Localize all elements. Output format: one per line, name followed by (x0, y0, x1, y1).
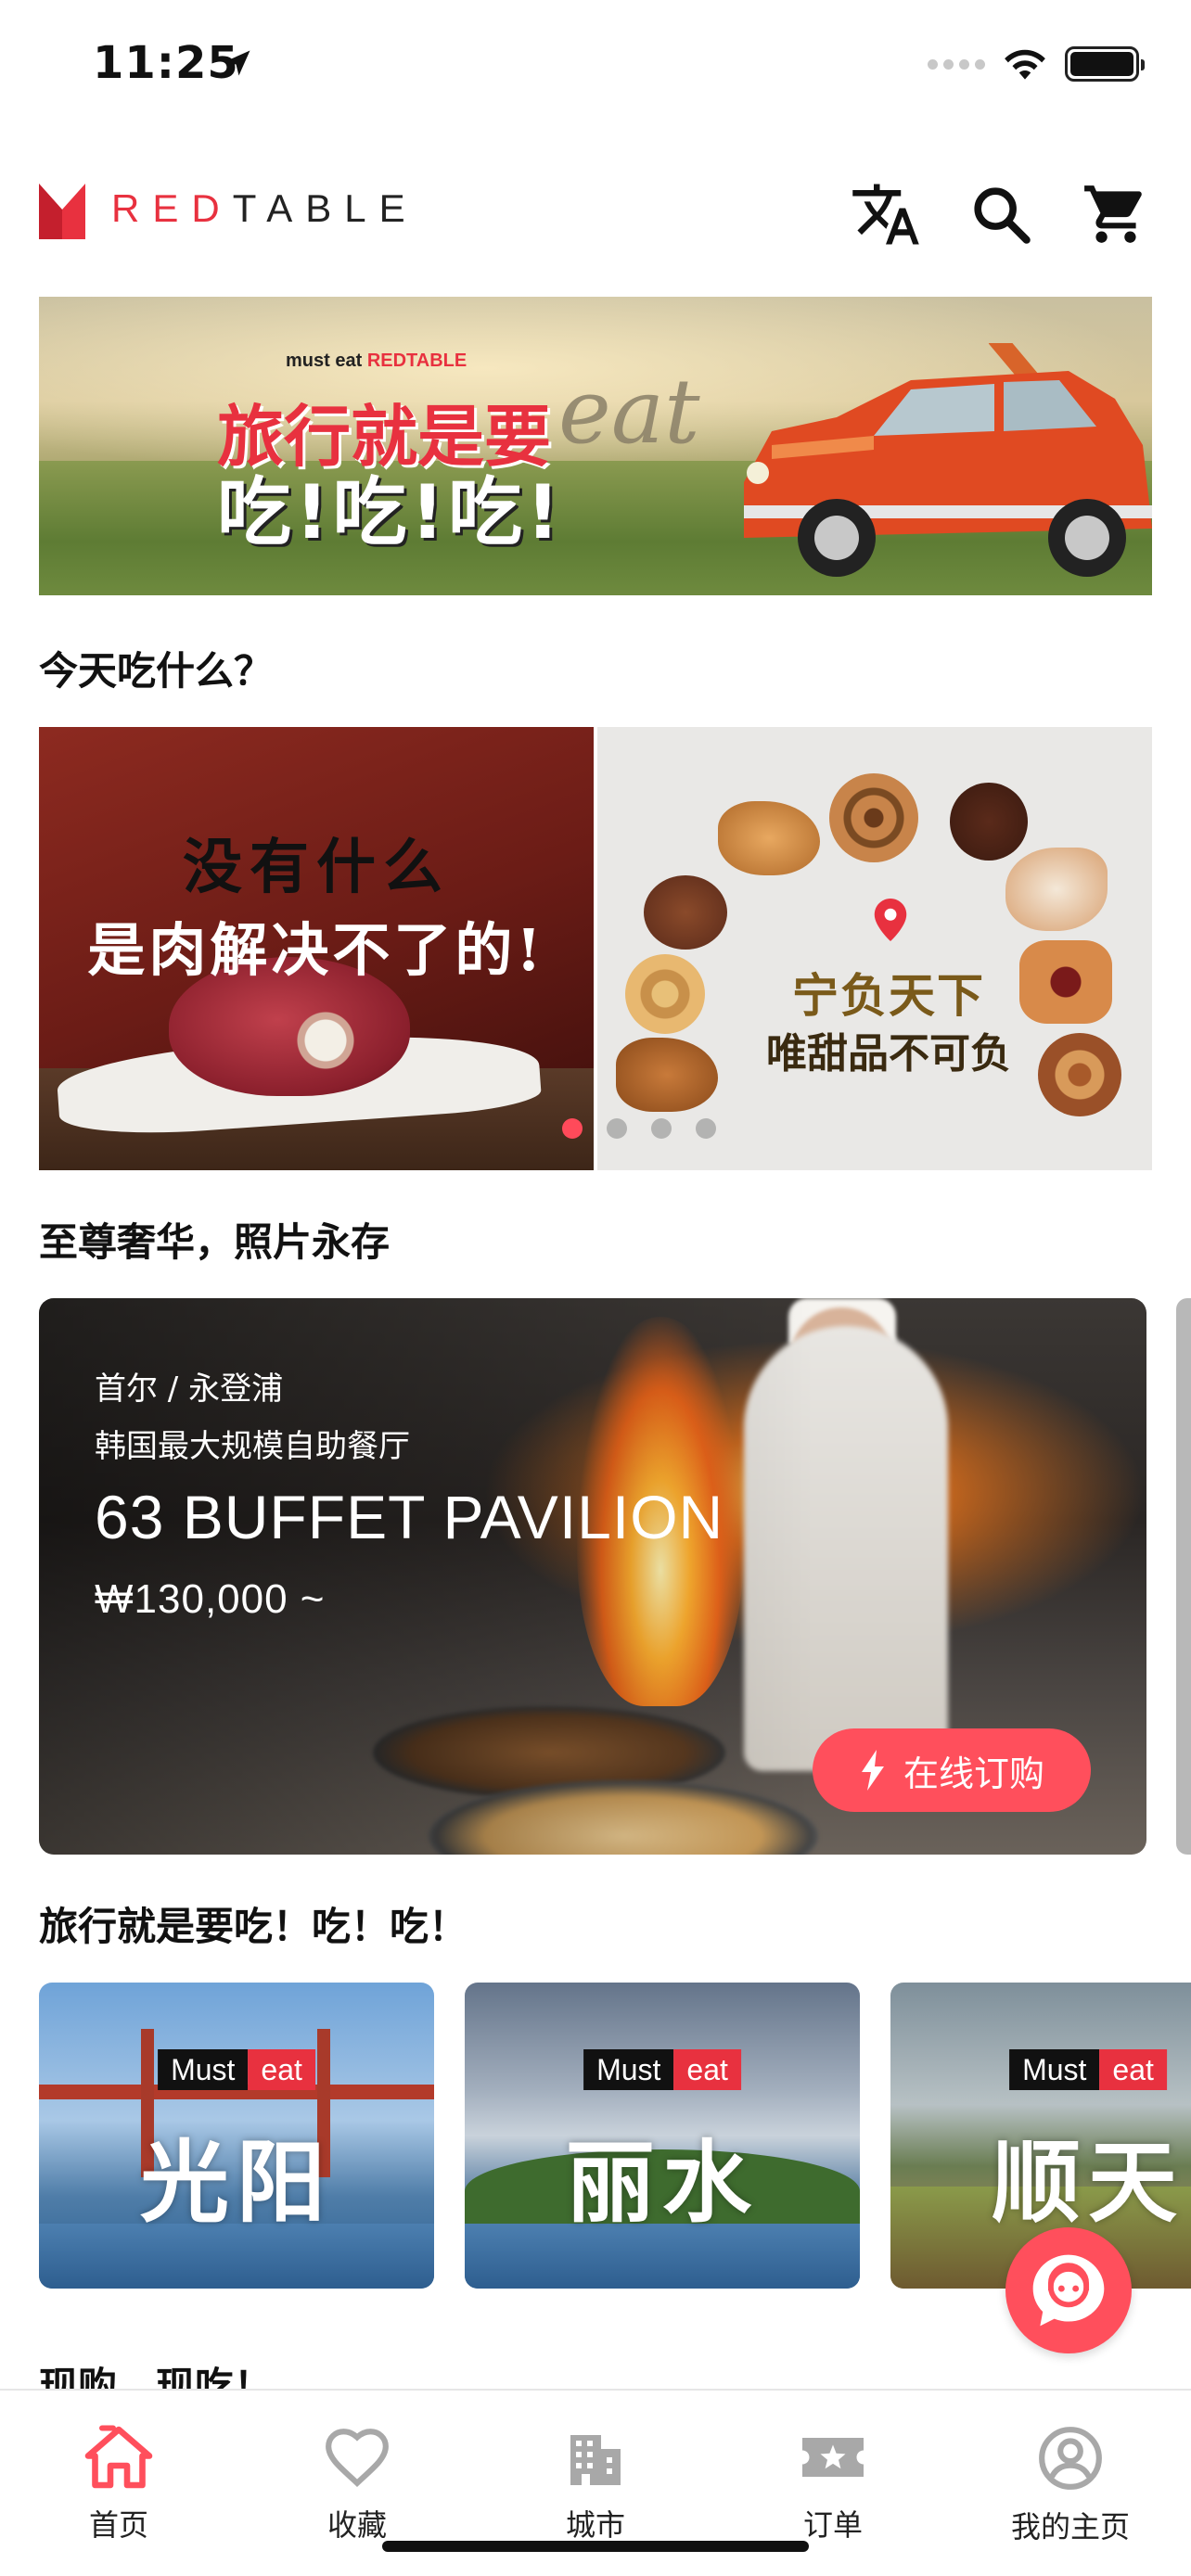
promo-meat-line2: 是肉解决不了的! (87, 916, 545, 984)
tab-city-label: 城市 (565, 2507, 625, 2543)
tab-home[interactable]: 首页 (35, 2424, 202, 2544)
pagination-dot[interactable] (696, 1118, 716, 1139)
status-time: 11:25 (93, 37, 239, 89)
restaurant-name: 63 BUFFET PAVILION (95, 1483, 724, 1551)
search-icon[interactable] (965, 178, 1037, 250)
profile-icon (1039, 2427, 1102, 2490)
promo-sweets-line2: 唯甜品不可负 (766, 1030, 1011, 1078)
badge-eat: eat (1099, 2049, 1167, 2090)
badge-eat: eat (673, 2049, 741, 2090)
pastry-image (950, 783, 1028, 861)
wifi-icon (1005, 49, 1045, 80)
promo-card-sweets[interactable]: 宁负天下 唯甜品不可负 (597, 727, 1152, 1170)
pastry-image (829, 773, 918, 862)
must-eat-badge: Must eat (583, 2049, 741, 2090)
promo-sweets-line1: 宁负天下 (792, 969, 985, 1023)
carousel-pagination (562, 1118, 716, 1139)
restaurant-description: 韩国最大规模自助餐厅 (95, 1428, 410, 1465)
must-eat-badge: Must eat (1009, 2049, 1167, 2090)
tab-profile[interactable]: 我的主页 (987, 2424, 1154, 2546)
city-name: 丽水 (566, 2131, 759, 2235)
tab-orders[interactable]: 订单 (749, 2424, 916, 2544)
pastry-image (644, 875, 727, 950)
pastry-image (1005, 848, 1108, 931)
badge-must: Must (583, 2049, 674, 2090)
ticket-icon (802, 2438, 864, 2477)
translate-icon[interactable] (850, 178, 922, 250)
status-indicators (928, 46, 1145, 82)
pagination-dot[interactable] (607, 1118, 627, 1139)
section-title-travel: 旅行就是要吃！吃！吃！ (39, 1904, 468, 1949)
hero-eat-script: eat (558, 360, 700, 464)
order-online-label: 在线订购 (903, 1753, 1044, 1794)
tab-city[interactable]: 城市 (512, 2424, 679, 2544)
promo-carousel[interactable]: 没有什么 是肉解决不了的! 宁负天下 唯甜品不可负 (39, 727, 1152, 1170)
pastry-image (718, 801, 820, 875)
battery-icon (1065, 46, 1145, 82)
car-illustration (744, 343, 1152, 577)
home-indicator (382, 2541, 809, 2552)
logo-mark-icon (39, 184, 85, 239)
brand-black: TABLE (232, 186, 418, 230)
heart-icon (326, 2429, 389, 2487)
hero-tagline-prefix: must eat (286, 351, 367, 371)
map-pin-icon (874, 899, 907, 941)
location-arrow-icon (224, 50, 250, 76)
featured-restaurant-card[interactable]: 首尔 / 永登浦 韩国最大规模自助餐厅 63 BUFFET PAVILION ₩… (39, 1298, 1146, 1855)
status-bar: 11:25 (0, 0, 1191, 139)
pagination-dot[interactable] (651, 1118, 672, 1139)
tab-profile-label: 我的主页 (1010, 2509, 1130, 2544)
restaurant-location: 首尔 / 永登浦 (95, 1371, 284, 1408)
pagination-dot-active[interactable] (562, 1118, 583, 1139)
badge-eat: eat (248, 2049, 315, 2090)
tab-favorites-label: 收藏 (327, 2507, 387, 2543)
section-title-luxury: 至尊奢华，照片永存 (39, 1219, 391, 1265)
hero-subheadline: 吃!吃!吃! (217, 469, 564, 555)
order-online-button[interactable]: 在线订购 (813, 1728, 1091, 1812)
app-header: REDTABLE (0, 167, 1191, 250)
support-agent-icon (1032, 2254, 1105, 2327)
header-actions (850, 178, 1152, 250)
city-card[interactable]: Must eat 光阳 (39, 1983, 434, 2289)
city-carousel[interactable]: Must eat 光阳 Must eat 丽水 Must eat 顺天 (39, 1983, 1191, 2289)
city-card[interactable]: Must eat 丽水 (465, 1983, 860, 2289)
restaurant-price: ₩130,000 ~ (95, 1576, 326, 1622)
section-title-today: 今天吃什么？ (39, 648, 274, 694)
section-title-next: 现购，现吃！ (39, 2364, 274, 2389)
brand-logo[interactable]: REDTABLE (39, 178, 418, 239)
home-icon (84, 2425, 153, 2489)
tab-favorites[interactable]: 收藏 (274, 2424, 441, 2544)
city-name: 顺天 (992, 2131, 1185, 2235)
promo-card-meat[interactable]: 没有什么 是肉解决不了的! (39, 727, 594, 1170)
signal-icon (928, 58, 985, 70)
city-icon (570, 2435, 621, 2485)
customer-support-button[interactable] (1005, 2227, 1132, 2353)
hero-tagline-brand: REDTABLE (366, 351, 467, 371)
brand-wordmark: REDTABLE (111, 186, 418, 231)
cart-icon[interactable] (1080, 178, 1152, 250)
hero-tagline: must eat REDTABLE (286, 351, 467, 372)
promo-meat-line1: 没有什么 (183, 833, 450, 902)
badge-must: Must (1009, 2049, 1100, 2090)
badge-must: Must (158, 2049, 249, 2090)
lightning-icon (861, 1750, 884, 1791)
city-name: 光阳 (140, 2131, 333, 2235)
tab-orders-label: 订单 (802, 2507, 863, 2543)
must-eat-badge: Must eat (158, 2049, 315, 2090)
next-card-peek[interactable] (1176, 1298, 1191, 1855)
brand-red: RED (111, 186, 233, 230)
tab-home-label: 首页 (88, 2507, 148, 2543)
hero-banner[interactable]: must eat REDTABLE eat 旅行就是要 吃!吃!吃! (39, 297, 1152, 595)
